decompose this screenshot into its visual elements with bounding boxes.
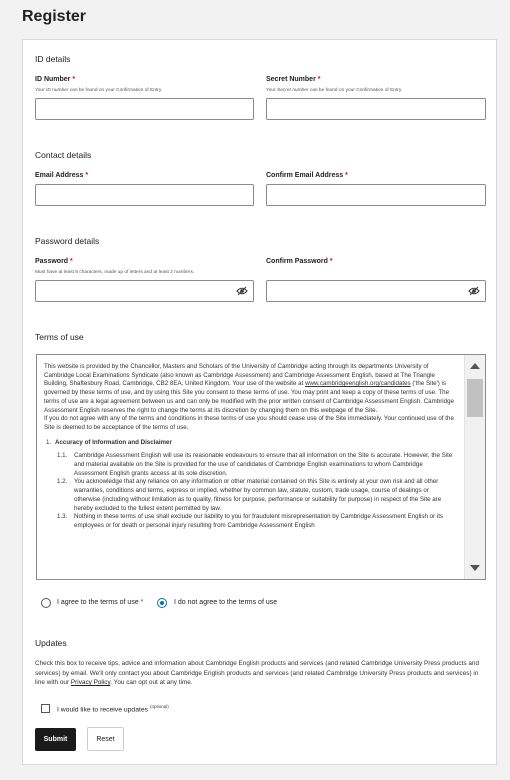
terms-intro-continued: If you do not agree with any of the term… [44,415,454,431]
clause-number: 1.3. [57,513,68,521]
arrow-down-icon[interactable] [470,565,480,571]
updates-text-part-2: . You can opt out at any time. [110,679,193,687]
updates-description: Check this box to receive tips, advice a… [35,659,487,688]
secret-number-hint-suffix: can be found on your Confirmation of Ent… [308,88,403,93]
section-title-id-details: ID details [35,54,71,64]
terms-scroll-box[interactable]: This website is provided by the Chancell… [36,354,486,580]
secret-number-label: Secret Number * [266,76,320,83]
secret-number-input[interactable] [266,98,486,120]
terms-clause: 1.2. You acknowledge that any reliance on… [55,478,454,513]
terms-clause-list: 1.1. Cambridge Assessment English will us… [55,452,454,530]
required-marker: * [345,172,348,179]
email-label: Email Address * [35,172,88,179]
reset-button[interactable]: Reset [87,727,124,751]
required-marker: * [85,172,89,179]
confirm-password-input[interactable] [266,280,486,302]
id-number-input[interactable] [35,98,254,120]
terms-heading: Accuracy of Information and Disclaimer [55,438,172,446]
password-hint: Must have at least 8 characters, made up… [35,270,195,275]
secret-number-label-text: Secret Number [266,76,316,83]
section-title-contact-details: Contact details [35,150,92,160]
terms-heading-number: 1. [46,438,52,446]
updates-checkbox-label-text: I would like to receive updates [57,706,149,714]
clause-number: 1.2. [57,478,68,486]
terms-agree-radio[interactable] [41,598,51,608]
page-title: Register [22,8,87,25]
email-label-text: Email Address [35,172,84,179]
candidates-site-link[interactable]: www.cambridgeenglish.org/candidates [305,380,411,387]
section-title-password-details: Password details [35,236,100,246]
password-input[interactable] [35,280,254,302]
id-number-label-text: ID Number [35,76,71,83]
terms-scrollbar[interactable] [464,355,485,579]
terms-disagree-label[interactable]: I do not agree to the terms of use [174,599,277,606]
secret-number-hint-prefix: Your [266,88,278,93]
required-marker: * [70,258,73,265]
password-label-text: Password [35,258,69,265]
scrollbar-thumb[interactable] [467,379,483,417]
id-number-hint-prefix: Your [35,88,47,93]
id-number-hint-em: ID number [46,88,69,93]
required-marker: * [72,76,76,83]
clause-number: 1.1. [57,452,68,460]
eye-slash-icon[interactable] [236,286,248,296]
terms-heading-row: 1. Accuracy of Information and Disclaime… [44,439,454,531]
terms-clause: 1.1. Cambridge Assessment English will us… [55,452,454,478]
arrow-up-icon[interactable] [470,363,480,369]
email-input[interactable] [35,184,254,206]
secret-number-hint-em: Secret number [277,88,309,93]
id-number-hint-suffix: can be found on your Confirmation of Ent… [68,88,163,93]
terms-intro: This website is provided by the Chancell… [44,363,454,415]
clause-text: Cambridge Assessment English will use it… [74,452,453,477]
updates-checkbox[interactable] [41,704,50,713]
terms-clause: 1.3. Nothing in these terms of use shall … [55,513,454,530]
terms-disagree-radio[interactable] [157,598,167,608]
confirm-email-input[interactable] [266,184,486,206]
id-number-label: ID Number * [35,76,75,83]
secret-number-hint: Your Secret number can be found on your … [266,88,402,93]
optional-tag: (optional) [149,704,169,709]
terms-agree-label-text: I agree to the terms of use [57,599,139,606]
submit-button[interactable]: Submit [35,728,76,751]
required-marker: * [329,258,333,265]
password-label: Password * [35,258,73,265]
confirm-email-label: Confirm Email Address * [266,172,348,179]
confirm-password-label: Confirm Password * [266,258,333,265]
confirm-email-label-text: Confirm Email Address [266,172,344,179]
eye-slash-icon[interactable] [468,286,480,296]
required-marker: * [140,599,144,606]
clause-text: You acknowledge that any reliance on any… [74,478,442,512]
terms-agree-label[interactable]: I agree to the terms of use * [57,599,143,606]
updates-checkbox-label[interactable]: I would like to receive updates (optiona… [57,704,169,713]
confirm-password-label-text: Confirm Password [266,258,328,265]
terms-text: This website is provided by the Chancell… [44,363,454,531]
privacy-policy-link[interactable]: Privacy Policy [71,679,110,686]
section-title-terms: Terms of use [35,332,84,342]
clause-text: Nothing in these terms of use shall excl… [74,513,444,529]
id-number-hint: Your ID number can be found on your Conf… [35,88,162,93]
section-title-updates: Updates [35,638,67,648]
required-marker: * [317,76,321,83]
register-form: ID details ID Number * Your ID number ca… [22,39,497,765]
